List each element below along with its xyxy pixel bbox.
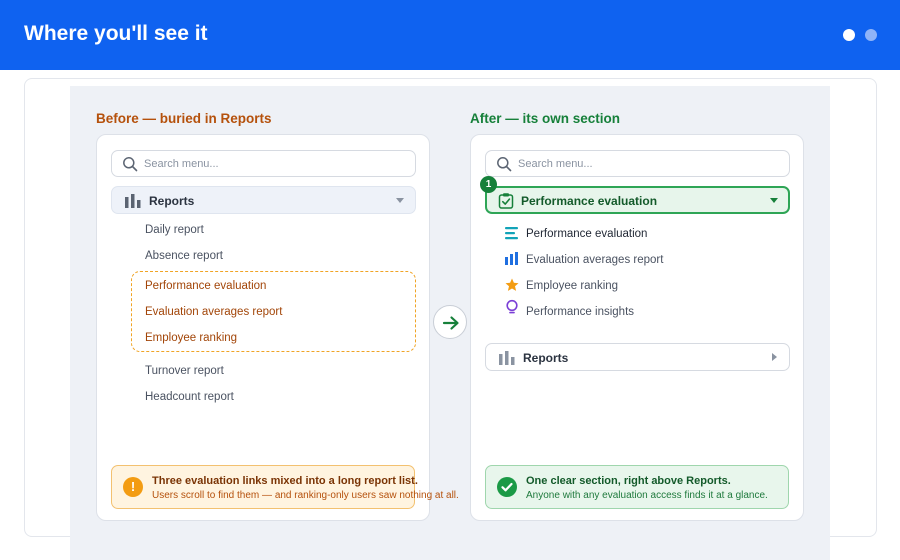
warning-icon: !: [123, 477, 143, 497]
before-section-reports[interactable]: Reports: [111, 186, 416, 214]
after-title: After — its own section: [470, 111, 621, 126]
search-placeholder: Search menu...: [518, 158, 593, 170]
step-badge: 1: [480, 176, 497, 193]
menu-item-turnover-report[interactable]: Turnover report: [145, 364, 224, 378]
menu-item-employee-ranking[interactable]: Employee ranking: [526, 279, 618, 293]
header-bar: Where you'll see it: [0, 0, 900, 70]
after-success-note: One clear section, right above Reports. …: [485, 465, 789, 509]
menu-item-daily-report[interactable]: Daily report: [145, 223, 204, 237]
clipboard-check-icon: [498, 193, 514, 209]
pager-dot-active[interactable]: [843, 29, 855, 41]
section-label: Reports: [523, 351, 569, 365]
lightbulb-icon: [506, 299, 518, 314]
menu-item-performance-evaluation[interactable]: Performance evaluation: [526, 227, 647, 241]
section-label: Reports: [149, 194, 195, 208]
menu-item-performance-evaluation[interactable]: Performance evaluation: [145, 279, 266, 293]
menu-item-evaluation-averages[interactable]: Evaluation averages report: [526, 253, 663, 267]
check-circle-icon: [497, 477, 517, 497]
search-icon: [497, 157, 512, 172]
after-search-input[interactable]: Search menu...: [485, 150, 790, 177]
success-heading: One clear section, right above Reports.: [526, 475, 731, 487]
menu-item-employee-ranking[interactable]: Employee ranking: [145, 331, 237, 345]
success-subtext: Anyone with any evaluation access finds …: [526, 490, 768, 501]
search-icon: [123, 157, 138, 172]
warning-heading: Three evaluation links mixed into a long…: [152, 475, 418, 487]
search-placeholder: Search menu...: [144, 158, 219, 170]
star-icon: [505, 278, 519, 291]
after-section-performance[interactable]: Performance evaluation: [485, 186, 790, 214]
transition-arrow: [433, 305, 467, 339]
section-label: Performance evaluation: [521, 194, 658, 208]
page-title: Where you'll see it: [24, 22, 208, 45]
arrow-right-icon: [442, 316, 459, 330]
bar-chart-icon: [125, 194, 141, 208]
pager-dot[interactable]: [865, 29, 877, 41]
lines-icon: [505, 227, 518, 240]
menu-item-headcount-report[interactable]: Headcount report: [145, 390, 234, 404]
menu-item-performance-insights[interactable]: Performance insights: [526, 305, 634, 319]
before-warning-note: ! Three evaluation links mixed into a lo…: [111, 465, 459, 509]
chevron-right-icon: [772, 353, 777, 361]
bar-chart-icon: [499, 351, 515, 365]
after-section-reports[interactable]: Reports: [485, 343, 790, 371]
menu-item-evaluation-averages[interactable]: Evaluation averages report: [145, 305, 282, 319]
chevron-down-icon: [396, 198, 404, 203]
menu-item-absence-report[interactable]: Absence report: [145, 249, 223, 263]
before-search-input[interactable]: Search menu...: [111, 150, 416, 177]
chevron-down-icon: [770, 198, 778, 203]
bar-chart-icon: [505, 252, 518, 265]
warning-subtext: Users scroll to find them — and ranking-…: [152, 490, 459, 501]
before-title: Before — buried in Reports: [96, 111, 272, 126]
